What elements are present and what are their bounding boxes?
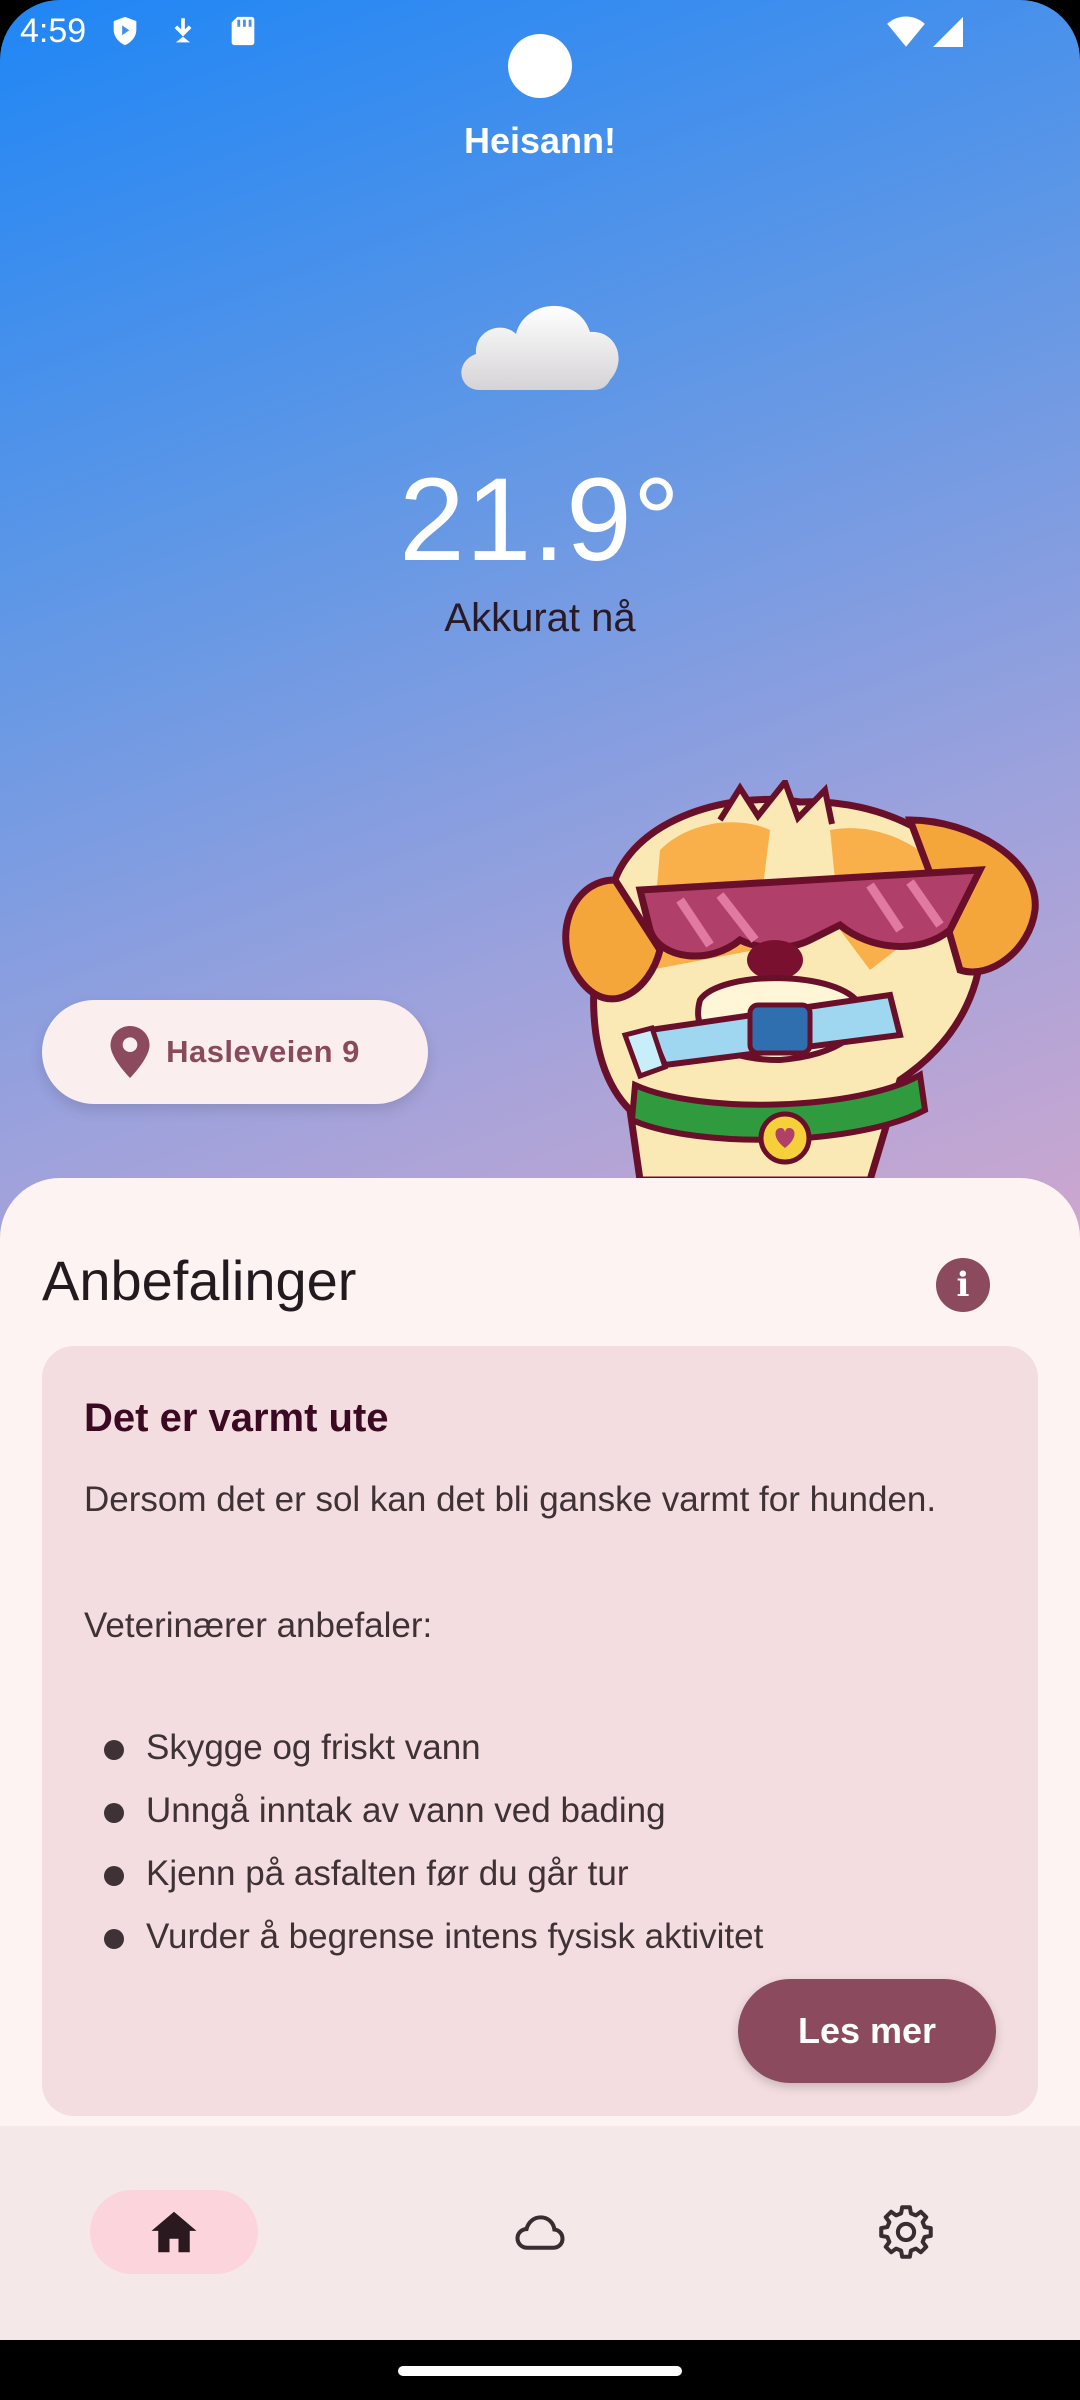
dog-with-sunglasses-illustration [562,780,1039,1180]
front-camera [508,34,572,98]
read-more-button[interactable]: Les mer [738,1979,996,2083]
list-item-text: Unngå inntak av vann ved bading [146,1791,666,1830]
greeting-text: Heisann! [463,120,617,161]
app-screen: 4:59 Heisann! 21.9° Akkurat nå Hasleveie… [0,0,1080,2400]
nav-home[interactable] [90,2190,258,2274]
nav-weather[interactable] [456,2190,624,2274]
list-item: Unngå inntak av vann ved bading [84,1791,763,1854]
recommendation-card: Det er varmt ute Dersom det er sol kan d… [42,1346,1038,2116]
location-label: Hasleveien 9 [166,1034,360,1069]
settings-gear-icon [879,2205,933,2259]
list-item: Kjenn på asfalten før du går tur [84,1854,763,1917]
info-icon[interactable]: i [936,1258,990,1312]
list-item-text: Skygge og friskt vann [146,1728,481,1767]
location-chip[interactable]: Hasleveien 9 [42,1000,428,1104]
list-item-text: Kjenn på asfalten før du går tur [146,1854,629,1893]
list-item: Vurder å begrense intens fysisk aktivite… [84,1917,763,1980]
status-time: 4:59 [20,12,87,50]
current-temperature: 21.9° [399,454,681,586]
cellular-signal-icon [933,17,963,47]
card-title: Det er varmt ute [84,1396,389,1440]
recommendation-list: Skygge og friskt vann Unngå inntak av va… [84,1728,763,1980]
bottom-navigation [0,2126,1080,2340]
cloud-icon [461,305,619,390]
play-protect-icon [113,16,137,46]
section-title: Anbefalinger [42,1249,357,1312]
home-icon [151,2211,197,2253]
sd-card-icon [231,16,255,46]
list-item: Skygge og friskt vann [84,1728,763,1791]
card-description: Dersom det er sol kan det bli ganske var… [84,1480,937,1519]
nav-settings[interactable] [822,2190,990,2274]
home-indicator[interactable] [398,2366,682,2376]
gesture-navigation-bar [0,2340,1080,2400]
list-item-text: Vurder å begrense intens fysisk aktivite… [146,1917,764,1956]
location-pin-icon [110,1026,150,1078]
bullet-icon [104,1929,124,1949]
card-subheading: Veterinærer anbefaler: [84,1606,433,1645]
wifi-icon [887,16,925,47]
bullet-icon [104,1740,124,1760]
cloud-outline-icon [515,2215,565,2250]
bullet-icon [104,1866,124,1886]
recommendations-sheet: Anbefalinger i Det er varmt ute Dersom d… [0,1178,1080,2158]
download-icon [174,18,192,43]
time-label: Akkurat nå [444,596,636,640]
bullet-icon [104,1803,124,1823]
